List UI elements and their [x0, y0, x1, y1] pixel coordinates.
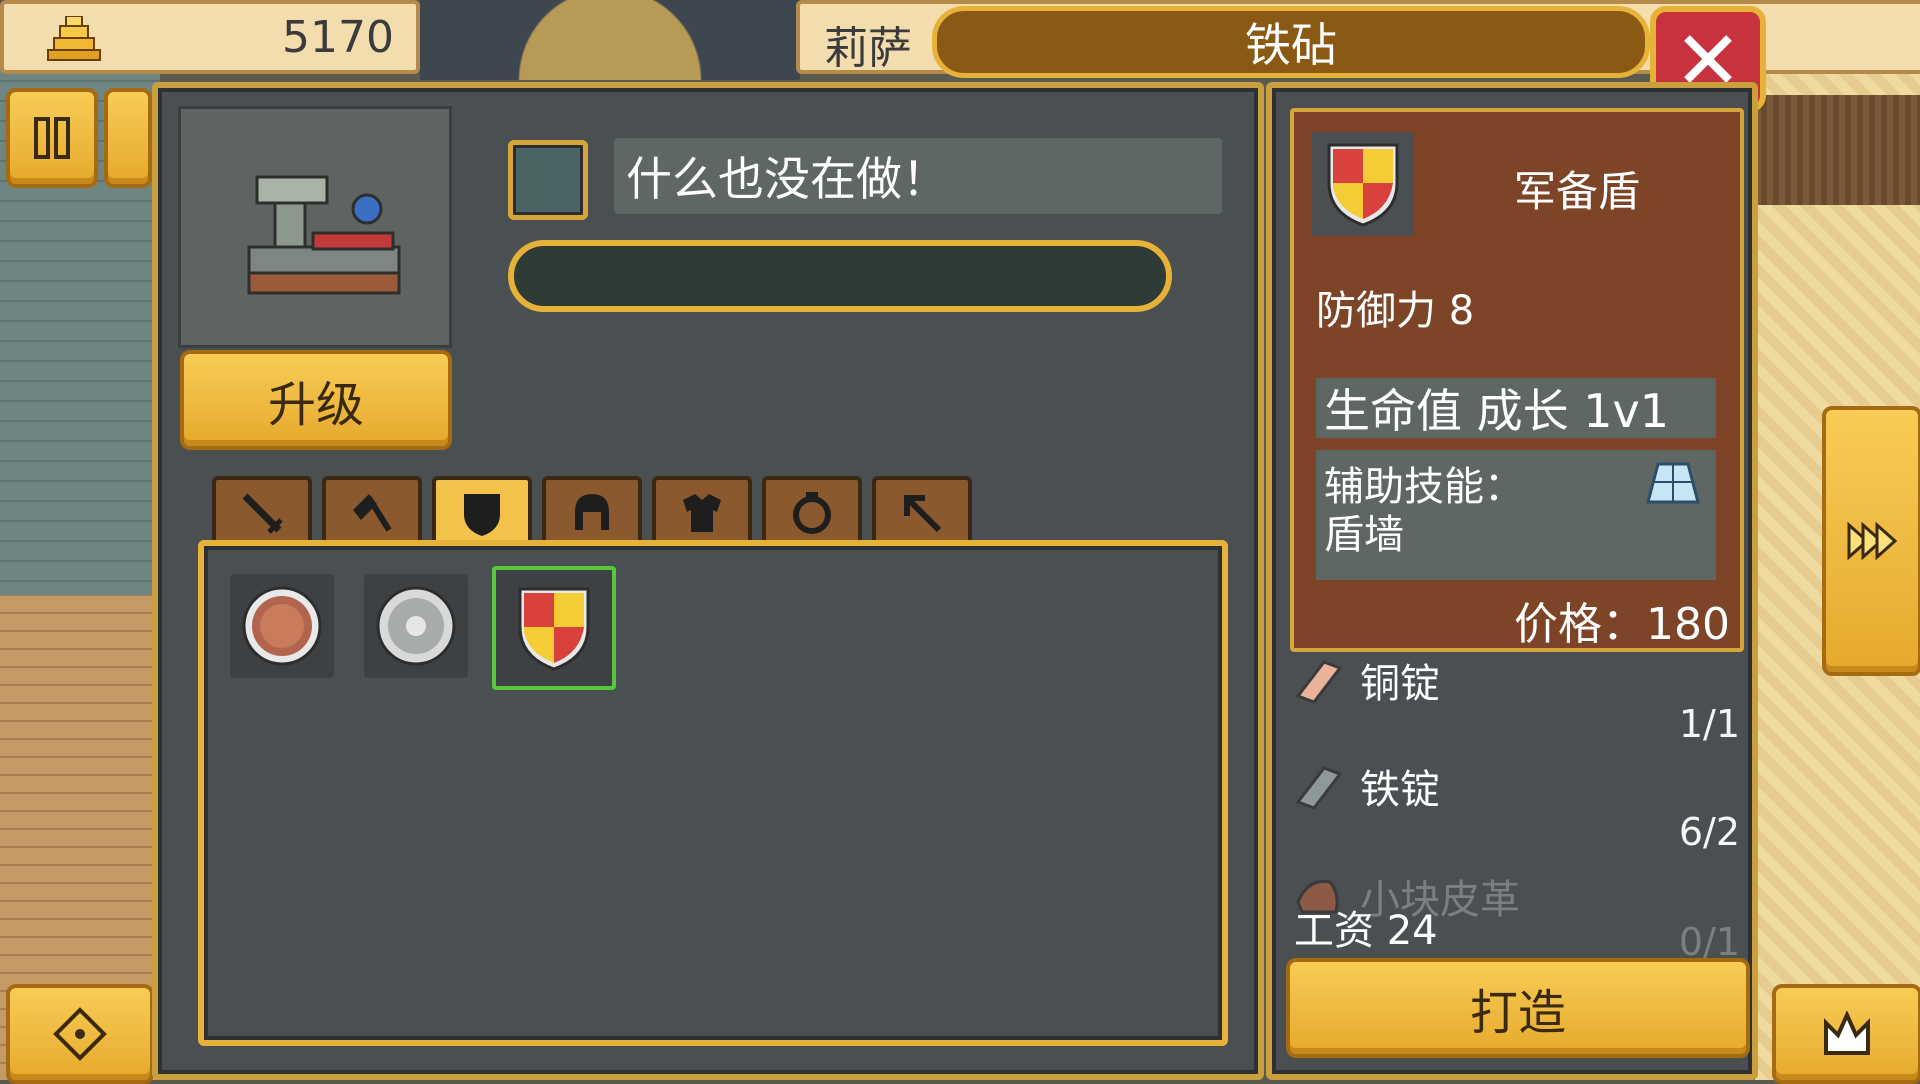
anvil-station-image [178, 106, 452, 348]
tab-bow[interactable] [872, 476, 972, 546]
tab-ring[interactable] [762, 476, 862, 546]
craft-button[interactable]: 打造 [1286, 958, 1750, 1058]
fast-forward-icon [1847, 521, 1898, 561]
armor-icon [683, 494, 721, 532]
wage-text: 工资 24 [1294, 908, 1438, 954]
tab-sword[interactable] [212, 476, 312, 546]
copper-ingot-icon [1295, 660, 1342, 704]
npc-name: 莉萨 [824, 23, 912, 74]
material-count: 6/2 [1678, 810, 1740, 854]
status-box: 什么也没在做！ [614, 138, 1222, 214]
skill-box: 辅助技能： 盾墙 [1316, 450, 1716, 580]
pause-icon [34, 117, 70, 159]
move-button[interactable] [6, 984, 154, 1084]
next-arrow-button[interactable] [1822, 406, 1920, 676]
shield-icon [464, 494, 500, 536]
shield-wall-skill-icon [1646, 462, 1700, 504]
tab-helmet[interactable] [542, 476, 642, 546]
side-menu-button[interactable] [104, 88, 152, 188]
pause-button[interactable] [6, 88, 98, 188]
item-slot-iron-shield[interactable] [364, 574, 468, 678]
tab-shield[interactable] [432, 476, 532, 546]
growth-box: 生命值 成长 1v1 [1316, 378, 1716, 438]
craft-label: 打造 [1469, 985, 1566, 1041]
helmet-icon [575, 494, 609, 530]
upgrade-button[interactable]: 升级 [180, 350, 452, 450]
crown-button[interactable] [1772, 984, 1920, 1084]
crown-icon [1824, 1011, 1870, 1055]
gold-amount: 5170 [282, 12, 394, 63]
station-title-banner: 铁砧 [932, 6, 1650, 78]
material-count: 1/1 [1678, 702, 1740, 746]
item-list [198, 540, 1228, 1046]
background-scenery [420, 0, 800, 80]
gold-bars-icon [47, 16, 101, 61]
dpad-icon [53, 1007, 107, 1061]
detail-icon-frame [1312, 132, 1414, 236]
military-shield-icon [518, 587, 590, 671]
iron-ingot-icon [1295, 766, 1342, 810]
status-indicator [508, 140, 588, 220]
arrow-icon [904, 495, 942, 533]
anvil-icon [247, 175, 401, 295]
round-iron-shield-icon [376, 586, 456, 666]
upgrade-label: 升级 [267, 377, 364, 433]
gold-counter: 5170 [0, 0, 420, 74]
item-slot-military-shield[interactable] [492, 566, 616, 690]
status-text: 什么也没在做！ [626, 152, 948, 206]
close-icon [1684, 35, 1732, 83]
item-stat: 防御力 8 [1316, 288, 1475, 334]
category-tabs [212, 476, 972, 546]
progress-bar [508, 240, 1172, 312]
item-detail-card: 军备盾 防御力 8 生命值 成长 1v1 辅助技能： 盾墙 价格：180 [1290, 108, 1744, 652]
skill-name: 盾墙 [1324, 512, 1404, 558]
material-row: 铜锭 [1294, 650, 1740, 710]
growth-text: 生命值 成长 1v1 [1324, 384, 1669, 438]
sword-icon [242, 493, 283, 534]
round-wooden-shield-icon [242, 586, 322, 666]
material-name: 铁锭 [1360, 767, 1440, 813]
item-price: 价格：180 [1514, 599, 1730, 650]
station-title: 铁砧 [1245, 18, 1337, 72]
tab-armor[interactable] [652, 476, 752, 546]
tab-axe[interactable] [322, 476, 422, 546]
material-row: 铁锭 [1294, 756, 1740, 816]
item-name: 军备盾 [1514, 167, 1641, 216]
background-shelf [1755, 95, 1920, 205]
material-name: 铜锭 [1360, 661, 1440, 707]
ring-icon [793, 492, 831, 534]
axe-icon [353, 494, 392, 532]
military-shield-icon [1327, 143, 1399, 227]
item-slot-wooden-shield[interactable] [230, 574, 334, 678]
